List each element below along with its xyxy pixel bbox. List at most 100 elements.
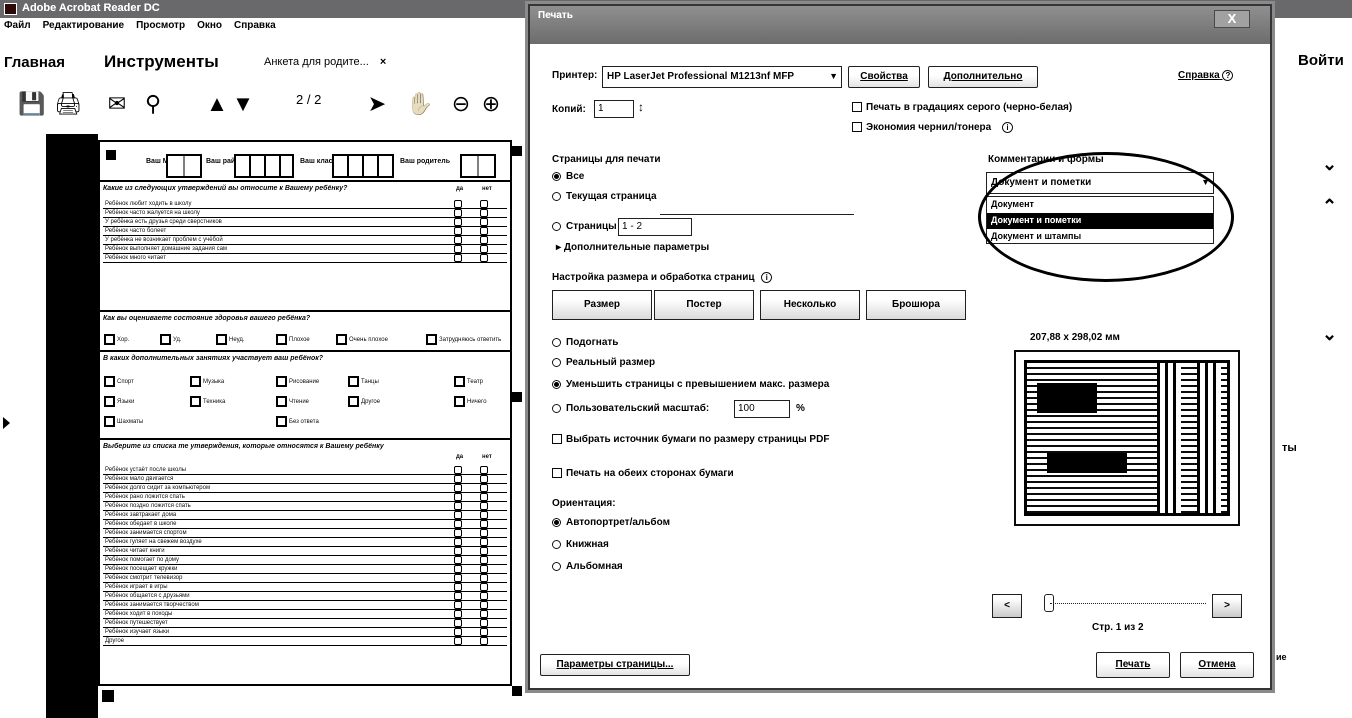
search-icon[interactable]: ⚲ [140, 92, 166, 118]
multiple-button[interactable]: Несколько [760, 290, 860, 320]
menu-help[interactable]: Справка [234, 20, 276, 38]
paper-source-checkbox[interactable] [552, 434, 562, 444]
checkbox[interactable] [480, 493, 488, 501]
checkbox[interactable] [480, 227, 488, 235]
menu-window[interactable]: Окно [197, 20, 222, 38]
checkbox[interactable] [454, 245, 462, 253]
tab-tools[interactable]: Инструменты [104, 52, 219, 72]
checkbox[interactable] [480, 610, 488, 618]
tab-home[interactable]: Главная [4, 54, 65, 71]
checkbox[interactable] [454, 592, 462, 600]
checkbox[interactable] [480, 601, 488, 609]
checkbox[interactable] [454, 227, 462, 235]
checkbox[interactable] [454, 254, 462, 262]
size-button[interactable]: Размер [552, 290, 652, 320]
checkbox[interactable] [480, 538, 488, 546]
checkbox[interactable] [480, 484, 488, 492]
pages-all-radio[interactable] [552, 172, 561, 181]
portrait-radio[interactable] [552, 540, 561, 549]
checkbox[interactable] [454, 493, 462, 501]
checkbox[interactable] [454, 218, 462, 226]
option[interactable]: Без ответа [276, 416, 319, 427]
fit-radio[interactable] [552, 338, 561, 347]
checkbox[interactable] [454, 556, 462, 564]
actual-size-radio[interactable] [552, 358, 561, 367]
pages-range-radio[interactable] [552, 222, 561, 231]
checkbox[interactable] [454, 538, 462, 546]
header-field-district[interactable] [234, 154, 294, 178]
checkbox[interactable] [454, 610, 462, 618]
checkbox[interactable] [454, 236, 462, 244]
login-button[interactable]: Войти [1298, 52, 1344, 69]
option[interactable]: Другое [348, 396, 380, 407]
print-button[interactable]: Печать [1096, 652, 1170, 678]
checkbox[interactable] [480, 592, 488, 600]
checkbox[interactable] [480, 619, 488, 627]
checkbox[interactable] [454, 601, 462, 609]
checkbox[interactable] [454, 502, 462, 510]
pages-current-radio[interactable] [552, 192, 561, 201]
more-options-toggle[interactable]: ▸ Дополнительные параметры [556, 242, 709, 253]
preview-prev-button[interactable]: < [992, 594, 1022, 618]
preview-next-button[interactable]: > [1212, 594, 1242, 618]
menu-view[interactable]: Просмотр [136, 20, 185, 38]
save-ink-checkbox[interactable] [852, 122, 862, 132]
checkbox[interactable] [454, 466, 462, 474]
hand-tool-icon[interactable]: ✋ [406, 92, 433, 118]
checkbox[interactable] [454, 529, 462, 537]
option[interactable]: Языки [104, 396, 134, 407]
duplex-checkbox[interactable] [552, 468, 562, 478]
option[interactable]: Ничего [454, 396, 487, 407]
option[interactable]: Чтение [276, 396, 309, 407]
option[interactable]: Техника [190, 396, 225, 407]
page-up-icon[interactable]: ▲ [204, 92, 230, 118]
checkbox[interactable] [480, 583, 488, 591]
zoom-out-icon[interactable]: ⊖ [448, 92, 474, 118]
help-link[interactable]: Справка ? [1178, 70, 1234, 81]
pages-range-input[interactable]: 1 - 2 [618, 218, 692, 236]
email-icon[interactable]: ✉ [104, 92, 130, 118]
checkbox[interactable] [480, 254, 488, 262]
printer-select[interactable]: HP LaserJet Professional M1213nf MFP ▼ [602, 66, 842, 88]
header-field-mo[interactable] [166, 154, 202, 178]
checkbox[interactable] [480, 209, 488, 217]
print-icon[interactable]: 🖨 [54, 92, 82, 118]
checkbox[interactable] [454, 565, 462, 573]
menu-file[interactable]: Файл [4, 20, 31, 38]
checkbox[interactable] [480, 502, 488, 510]
checkbox[interactable] [454, 475, 462, 483]
chevron-down-icon-2[interactable]: ⌄ [1322, 324, 1337, 345]
checkbox[interactable] [480, 565, 488, 573]
menu-edit[interactable]: Редактирование [43, 20, 124, 38]
checkbox[interactable] [480, 529, 488, 537]
option[interactable]: Затрудняюсь ответить [426, 334, 501, 345]
checkbox[interactable] [454, 574, 462, 582]
option[interactable]: Театр [454, 376, 483, 387]
save-icon[interactable]: 💾 [18, 92, 45, 118]
page-setup-button[interactable]: Параметры страницы... [540, 654, 690, 676]
option[interactable]: Плохое [276, 334, 310, 345]
checkbox[interactable] [480, 475, 488, 483]
custom-scale-input[interactable]: 100 [734, 400, 790, 418]
checkbox[interactable] [480, 574, 488, 582]
option[interactable]: Уд. [160, 334, 182, 345]
page-down-icon[interactable]: ▼ [230, 92, 256, 118]
option[interactable]: Хор. [104, 334, 129, 345]
checkbox[interactable] [454, 511, 462, 519]
option[interactable]: Музыка [190, 376, 224, 387]
option[interactable]: Шахматы [104, 416, 143, 427]
chevron-up-icon[interactable]: ⌃ [1322, 196, 1337, 217]
header-field-class[interactable] [332, 154, 394, 178]
checkbox[interactable] [480, 466, 488, 474]
option[interactable]: Очень плохое [336, 334, 388, 345]
checkbox[interactable] [480, 628, 488, 636]
checkbox[interactable] [480, 637, 488, 645]
expand-pane-icon[interactable] [3, 417, 10, 429]
poster-button[interactable]: Постер [654, 290, 754, 320]
option[interactable]: Неуд. [216, 334, 245, 345]
properties-button[interactable]: Свойства [848, 66, 920, 88]
chevron-down-icon[interactable]: ⌄ [1322, 154, 1337, 175]
custom-scale-radio[interactable] [552, 404, 561, 413]
copies-spinner-icon[interactable]: ↕ [638, 100, 644, 114]
advanced-button[interactable]: Дополнительно [928, 66, 1038, 88]
